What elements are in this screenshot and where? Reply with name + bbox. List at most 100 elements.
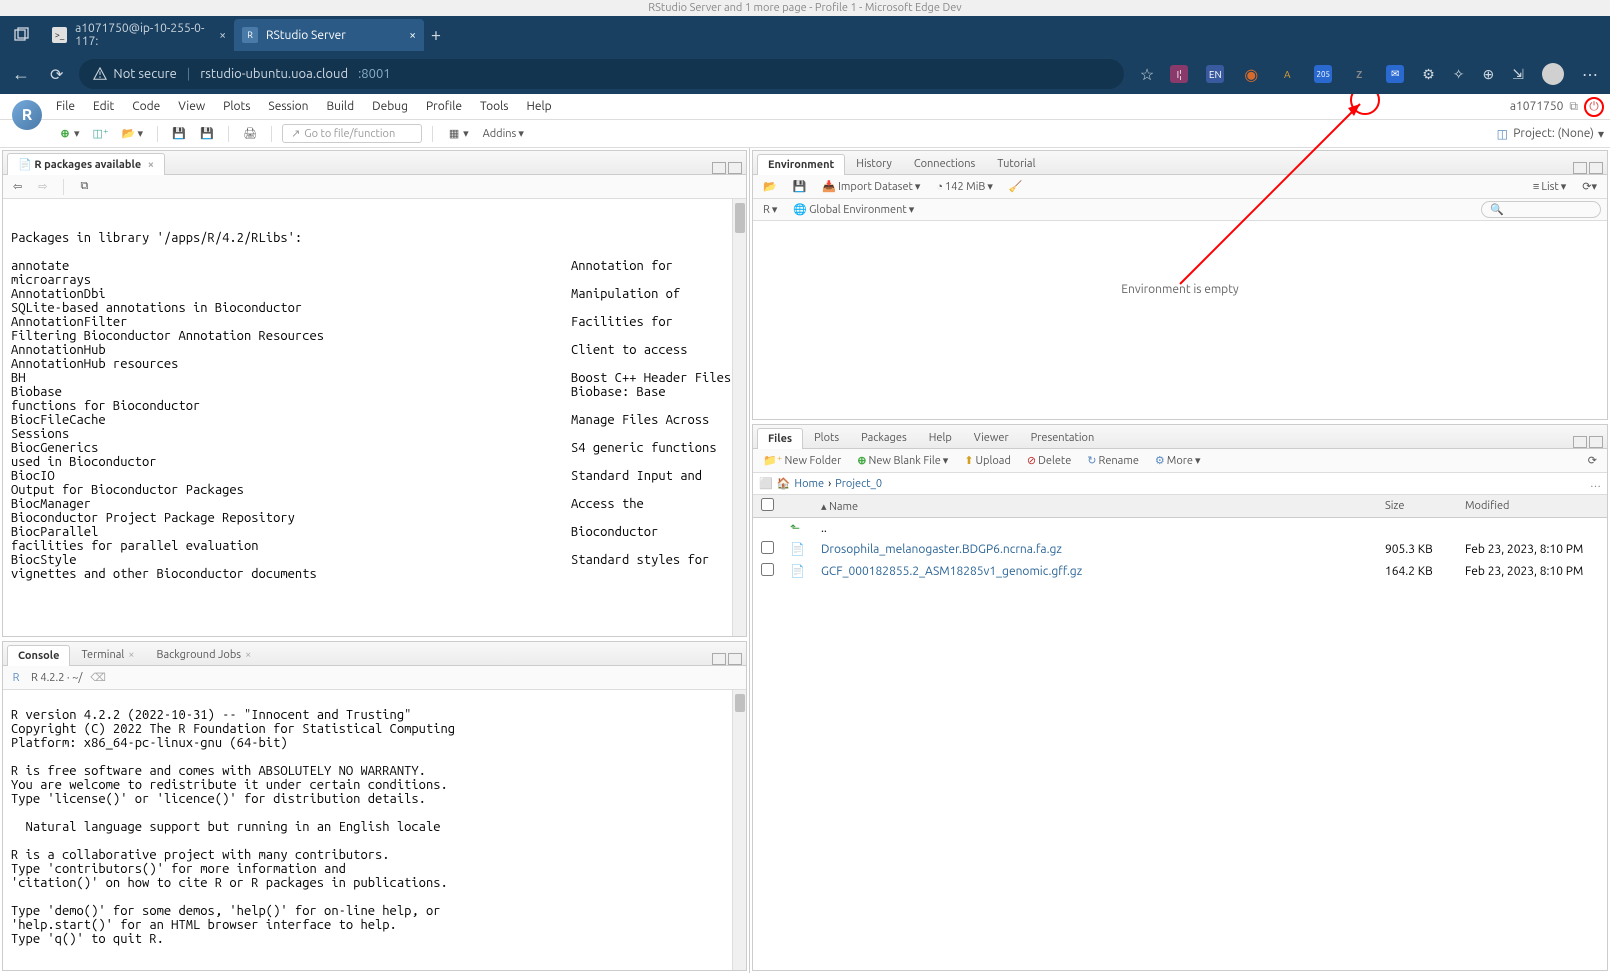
ext-icon-outlook[interactable]: ✉	[1386, 65, 1404, 83]
menu-icon[interactable]: ⋯	[1582, 65, 1598, 84]
goto-dir-icon[interactable]: ⬜	[759, 477, 773, 490]
grid-button[interactable]: ▦▾	[443, 125, 473, 143]
menu-view[interactable]: View	[178, 100, 205, 113]
close-icon[interactable]: ×	[128, 649, 134, 661]
file-checkbox[interactable]	[761, 563, 774, 576]
menu-profile[interactable]: Profile	[426, 100, 462, 113]
ext-icon-circle[interactable]: ◉	[1242, 65, 1260, 83]
delete-button[interactable]: ⊘Delete	[1023, 452, 1075, 469]
tab-presentation[interactable]: Presentation	[1020, 427, 1106, 448]
import-dataset-button[interactable]: 📥 Import Dataset ▾	[818, 178, 924, 195]
minimize-pane-button[interactable]	[712, 162, 726, 174]
close-icon[interactable]: ×	[409, 29, 416, 42]
list-view-button[interactable]: ≡ List ▾	[1529, 178, 1570, 195]
new-tab-button[interactable]: +	[424, 23, 448, 47]
bc-project[interactable]: Project_0	[835, 478, 882, 490]
menu-code[interactable]: Code	[132, 100, 160, 113]
tab-bgjobs[interactable]: Background Jobs×	[146, 644, 263, 665]
upload-button[interactable]: ⬆Upload	[960, 452, 1015, 469]
refresh-button[interactable]: ⟳	[50, 65, 63, 84]
new-project-button[interactable]: ◫⁺	[90, 125, 112, 143]
tab-connections[interactable]: Connections	[903, 153, 986, 174]
ext-icon-1[interactable]: I¦	[1170, 65, 1188, 83]
tab-help[interactable]: Help	[918, 427, 963, 448]
menu-debug[interactable]: Debug	[372, 100, 408, 113]
menu-file[interactable]: File	[56, 100, 75, 113]
site-security[interactable]: Not secure	[93, 67, 176, 81]
file-link[interactable]: Drosophila_melanogaster.BDGP6.ncrna.fa.g…	[821, 543, 1062, 556]
console-body[interactable]: R version 4.2.2 (2022-10-31) -- "Innocen…	[3, 690, 746, 970]
print-button[interactable]: 🖨	[239, 125, 261, 143]
bc-home[interactable]: Home	[794, 478, 824, 490]
maximize-pane-button[interactable]	[1589, 436, 1603, 448]
file-link[interactable]: GCF_000182855.2_ASM18285v1_genomic.gff.g…	[821, 565, 1082, 578]
ext-icon-a[interactable]: A	[1278, 65, 1296, 83]
browser-tab-rstudio[interactable]: R RStudio Server ×	[234, 19, 424, 51]
menu-build[interactable]: Build	[327, 100, 355, 113]
browser-tab-terminal[interactable]: >_ a1071750@ip-10-255-0-117: ×	[44, 19, 234, 51]
env-search-input[interactable]: 🔍	[1481, 201, 1601, 218]
col-name[interactable]: ▴ Name	[813, 495, 1377, 518]
quit-session-button[interactable]: ⏻	[1584, 97, 1604, 117]
tab-environment[interactable]: Environment	[757, 154, 845, 175]
scrollbar[interactable]	[732, 199, 746, 636]
ext-icon-badge[interactable]: 205	[1314, 65, 1332, 83]
clear-objects-button[interactable]: 🧹	[1005, 178, 1027, 195]
close-icon[interactable]: ×	[245, 649, 251, 661]
tab-overview-button[interactable]	[10, 23, 34, 47]
col-modified[interactable]: Modified	[1457, 495, 1607, 518]
back-button[interactable]: ←	[12, 64, 30, 85]
menu-help[interactable]: Help	[526, 100, 551, 113]
new-window-icon[interactable]: ⧉	[1569, 100, 1578, 114]
tab-viewer[interactable]: Viewer	[963, 427, 1020, 448]
col-size[interactable]: Size	[1377, 495, 1457, 518]
rename-button[interactable]: ↻Rename	[1083, 452, 1143, 469]
url-box[interactable]: Not secure | rstudio-ubuntu.uoa.cloud:80…	[79, 59, 1123, 89]
menu-edit[interactable]: Edit	[93, 100, 114, 113]
tab-files[interactable]: Files	[757, 428, 803, 449]
extensions-menu-icon[interactable]: ⚙	[1422, 66, 1435, 83]
load-workspace-button[interactable]: 📂	[759, 178, 781, 195]
memory-usage[interactable]: ◔ 142 MiB ▾	[932, 178, 997, 195]
popup-button[interactable]: ⧉	[76, 178, 92, 195]
tab-packages[interactable]: Packages	[850, 427, 918, 448]
project-selector[interactable]: ◫ Project: (None) ▾	[1495, 127, 1604, 141]
forward-source-button[interactable]: ⇨	[34, 178, 51, 195]
favorites-icon[interactable]: ✧	[1453, 66, 1465, 83]
menu-plots[interactable]: Plots	[223, 100, 250, 113]
new-file-button[interactable]: ⊕▾	[54, 125, 84, 143]
tab-terminal[interactable]: Terminal×	[70, 644, 145, 665]
save-button[interactable]: 💾	[168, 125, 190, 143]
more-button[interactable]: ⚙More ▾	[1151, 452, 1205, 469]
collections-icon[interactable]: ⊕	[1483, 66, 1495, 83]
more-path-icon[interactable]: …	[1590, 478, 1601, 490]
minimize-pane-button[interactable]	[1573, 162, 1587, 174]
scope-selector[interactable]: 🌐 Global Environment ▾	[789, 201, 918, 218]
tab-history[interactable]: History	[845, 153, 903, 174]
new-folder-button[interactable]: 📁⁺New Folder	[759, 452, 845, 469]
refresh-files-button[interactable]: ⟳	[1584, 452, 1601, 469]
refresh-env-button[interactable]: ⟳▾	[1578, 178, 1601, 195]
close-icon[interactable]: ×	[148, 159, 154, 171]
scrollbar[interactable]	[732, 690, 746, 970]
new-blank-file-button[interactable]: ⊕New Blank File ▾	[853, 452, 952, 469]
favorite-button[interactable]: ☆	[1140, 65, 1154, 84]
clear-console-icon[interactable]: ⌫	[90, 671, 106, 684]
addins-button[interactable]: Addins ▾	[479, 125, 528, 142]
tab-console[interactable]: Console	[7, 645, 70, 666]
source-tab[interactable]: 📄 R packages available ×	[7, 153, 165, 175]
ext-icon-z[interactable]: Z	[1350, 65, 1368, 83]
file-row-up[interactable]: ⬑ ..	[753, 518, 1607, 539]
menu-session[interactable]: Session	[268, 100, 308, 113]
ext-icon-en[interactable]: EN	[1206, 65, 1224, 83]
minimize-pane-button[interactable]	[712, 653, 726, 665]
file-row[interactable]: 📄 Drosophila_melanogaster.BDGP6.ncrna.fa…	[753, 538, 1607, 560]
save-all-button[interactable]: 💾	[196, 125, 218, 143]
share-icon[interactable]: ⇲	[1512, 66, 1524, 83]
save-workspace-button[interactable]: 💾	[789, 178, 811, 195]
home-icon[interactable]: 🏠	[777, 477, 791, 490]
maximize-pane-button[interactable]	[1589, 162, 1603, 174]
select-all-checkbox[interactable]	[761, 498, 774, 511]
profile-icon[interactable]	[1542, 63, 1564, 85]
maximize-pane-button[interactable]	[728, 162, 742, 174]
